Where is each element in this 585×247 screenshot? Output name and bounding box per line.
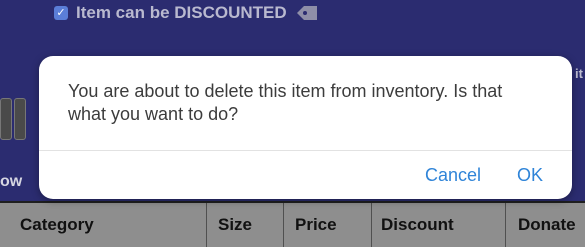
delete-confirm-dialog: You are about to delete this item from i…	[39, 56, 572, 199]
dialog-message: You are about to delete this item from i…	[68, 81, 503, 124]
dialog-divider	[39, 150, 572, 151]
cancel-button[interactable]: Cancel	[425, 163, 481, 187]
ok-button[interactable]: OK	[517, 163, 543, 187]
